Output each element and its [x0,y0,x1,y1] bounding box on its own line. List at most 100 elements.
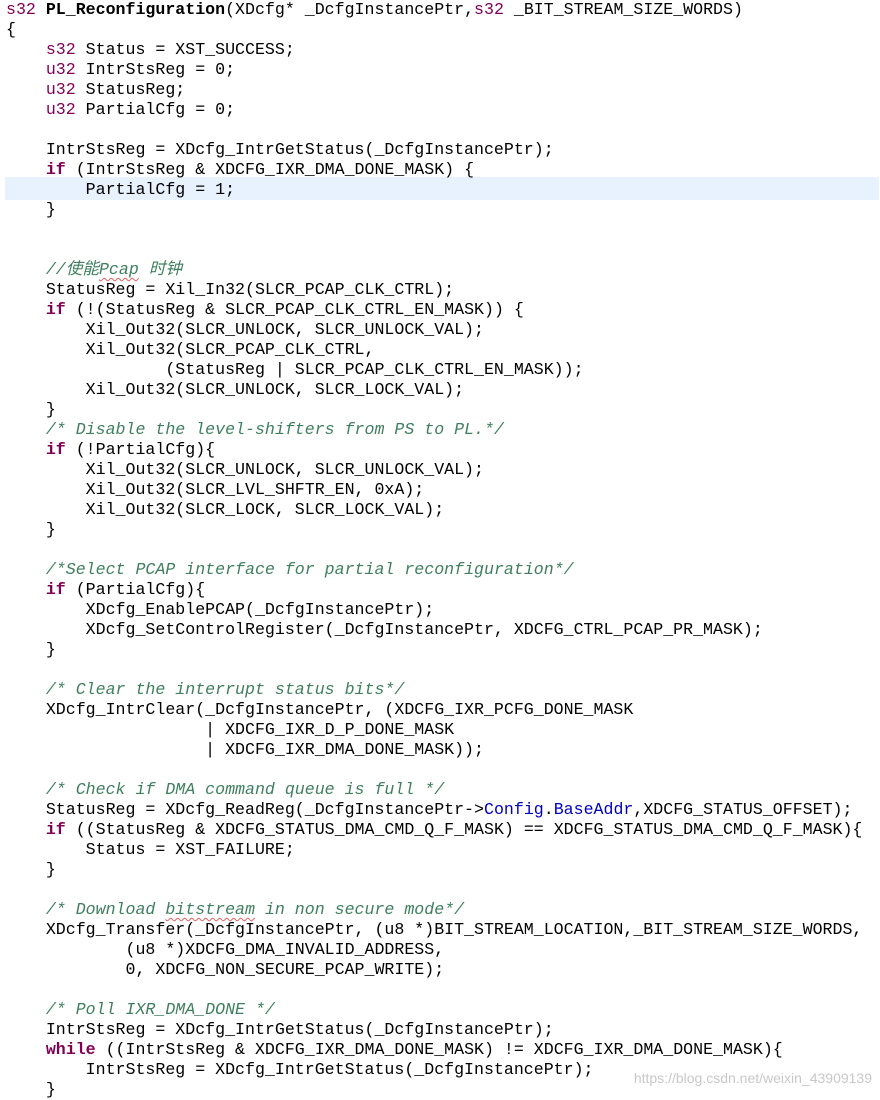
code-line[interactable]: IntrStsReg = XDcfg_IntrGetStatus(_DcfgIn… [0,140,880,160]
code-token: } [6,200,56,219]
code-token: /* Disable the level-shifters from PS to… [45,420,504,439]
code-line[interactable]: s32 PL_Reconfiguration(XDcfg* _DcfgInsta… [0,0,880,20]
code-line[interactable] [0,540,880,560]
code-token: Xil_Out32(SLCR_UNLOCK, SLCR_UNLOCK_VAL); [6,320,484,339]
code-line[interactable]: if (!PartialCfg){ [0,440,880,460]
code-token: if [45,820,66,839]
code-line[interactable]: (StatusReg | SLCR_PCAP_CLK_CTRL_EN_MASK)… [0,360,880,380]
code-token: Xil_Out32(SLCR_UNLOCK, SLCR_UNLOCK_VAL); [6,460,484,479]
code-editor[interactable]: s32 PL_Reconfiguration(XDcfg* _DcfgInsta… [0,0,880,1100]
code-line[interactable]: { [0,20,880,40]
code-token: /* Clear the interrupt status bits*/ [45,680,405,699]
code-line[interactable]: Xil_Out32(SLCR_UNLOCK, SLCR_UNLOCK_VAL); [0,460,880,480]
code-line[interactable]: Xil_Out32(SLCR_PCAP_CLK_CTRL, [0,340,880,360]
code-line[interactable]: /* Poll IXR_DMA_DONE */ [0,1000,880,1020]
code-line[interactable] [0,240,880,260]
code-line[interactable] [0,880,880,900]
code-token: if [45,580,66,599]
code-line[interactable]: /*Select PCAP interface for partial reco… [0,560,880,580]
code-line[interactable]: PartialCfg = 1; [0,180,880,200]
code-line[interactable]: s32 Status = XST_SUCCESS; [0,40,880,60]
code-token: ((StatusReg & XDCFG_STATUS_DMA_CMD_Q_F_M… [65,820,863,839]
code-line[interactable]: if (!(StatusReg & SLCR_PCAP_CLK_CTRL_EN_… [0,300,880,320]
code-token: Pcap [98,260,139,279]
watermark: https://blog.csdn.net/weixin_43909139 [633,1070,872,1086]
code-line[interactable]: StatusReg = Xil_In32(SLCR_PCAP_CLK_CTRL)… [0,280,880,300]
code-line[interactable]: } [0,640,880,660]
code-token: 0, XDCFG_NON_SECURE_PCAP_WRITE); [6,960,445,979]
code-token: ,XDCFG_STATUS_OFFSET); [633,800,853,819]
code-token: (PartialCfg){ [65,580,206,599]
code-line[interactable]: if (IntrStsReg & XDCFG_IXR_DMA_DONE_MASK… [0,160,880,180]
code-line[interactable]: IntrStsReg = XDcfg_IntrGetStatus(_DcfgIn… [0,1020,880,1040]
code-line[interactable]: XDcfg_EnablePCAP(_DcfgInstancePtr); [0,600,880,620]
code-line[interactable]: Xil_Out32(SLCR_UNLOCK, SLCR_UNLOCK_VAL); [0,320,880,340]
code-line[interactable]: /* Disable the level-shifters from PS to… [0,420,880,440]
code-line[interactable]: } [0,520,880,540]
code-line[interactable]: if (PartialCfg){ [0,580,880,600]
code-token: ((IntrStsReg & XDCFG_IXR_DMA_DONE_MASK) … [95,1040,783,1059]
code-line[interactable]: | XDCFG_IXR_D_P_DONE_MASK [0,720,880,740]
code-line[interactable]: if ((StatusReg & XDCFG_STATUS_DMA_CMD_Q_… [0,820,880,840]
code-token: } [6,520,56,539]
code-token: u32 [45,100,76,119]
code-line[interactable]: } [0,860,880,880]
code-line[interactable] [0,220,880,240]
code-line[interactable] [0,660,880,680]
code-line[interactable]: /* Clear the interrupt status bits*/ [0,680,880,700]
code-token: IntrStsReg = XDcfg_IntrGetStatus(_DcfgIn… [6,140,554,159]
code-line[interactable]: | XDCFG_IXR_DMA_DONE_MASK)); [0,740,880,760]
code-token: (u8 *)XDCFG_DMA_INVALID_ADDRESS, [6,940,445,959]
code-line[interactable] [0,980,880,1000]
code-line[interactable]: } [0,400,880,420]
code-line[interactable]: /* Download bitstream in non secure mode… [0,900,880,920]
code-line[interactable] [0,120,880,140]
code-token: . [543,800,554,819]
code-line[interactable]: XDcfg_IntrClear(_DcfgInstancePtr, (XDCFG… [0,700,880,720]
code-line[interactable]: Xil_Out32(SLCR_LVL_SHFTR_EN, 0xA); [0,480,880,500]
code-token: s32 [6,0,36,19]
code-line[interactable]: while ((IntrStsReg & XDCFG_IXR_DMA_DONE_… [0,1040,880,1060]
code-token: (XDcfg* _DcfgInstancePtr, [225,0,475,19]
code-line[interactable]: StatusReg = XDcfg_ReadReg(_DcfgInstanceP… [0,800,880,820]
code-token: Xil_Out32(SLCR_LVL_SHFTR_EN, 0xA); [6,480,425,499]
code-line[interactable]: Status = XST_FAILURE; [0,840,880,860]
code-token: Xil_Out32(SLCR_PCAP_CLK_CTRL, [6,340,375,359]
code-line[interactable]: (u8 *)XDCFG_DMA_INVALID_ADDRESS, [0,940,880,960]
code-token: (!(StatusReg & SLCR_PCAP_CLK_CTRL_EN_MAS… [65,300,524,319]
code-token: XDcfg_Transfer(_DcfgInstancePtr, (u8 *)B… [6,920,863,939]
code-token: StatusReg; [75,80,186,99]
code-line[interactable]: 0, XDCFG_NON_SECURE_PCAP_WRITE); [0,960,880,980]
code-line[interactable]: //使能Pcap 时钟 [0,260,880,280]
code-token: } [6,860,56,879]
code-line[interactable]: Xil_Out32(SLCR_UNLOCK, SLCR_LOCK_VAL); [0,380,880,400]
code-line[interactable]: XDcfg_SetControlRegister(_DcfgInstancePt… [0,620,880,640]
code-token: Xil_Out32(SLCR_UNLOCK, SLCR_LOCK_VAL); [6,380,465,399]
code-line[interactable] [0,760,880,780]
code-token: XDcfg_IntrClear(_DcfgInstancePtr, (XDCFG… [6,700,634,719]
code-token: (IntrStsReg & XDCFG_IXR_DMA_DONE_MASK) { [65,160,475,179]
code-token: IntrStsReg = XDcfg_IntrGetStatus(_DcfgIn… [6,1020,554,1039]
code-line[interactable]: /* Check if DMA command queue is full */ [0,780,880,800]
code-token: if [45,440,66,459]
code-line[interactable]: u32 StatusReg; [0,80,880,100]
code-line[interactable]: u32 PartialCfg = 0; [0,100,880,120]
code-token: Status = XST_SUCCESS; [75,40,295,59]
code-line[interactable]: } [0,200,880,220]
code-token: /*Select PCAP interface for partial reco… [45,560,574,579]
code-line[interactable]: Xil_Out32(SLCR_LOCK, SLCR_LOCK_VAL); [0,500,880,520]
code-line[interactable]: XDcfg_Transfer(_DcfgInstancePtr, (u8 *)B… [0,920,880,940]
code-token: bitstream [165,900,255,919]
code-line[interactable]: u32 IntrStsReg = 0; [0,60,880,80]
code-token: 时钟 [138,260,182,279]
